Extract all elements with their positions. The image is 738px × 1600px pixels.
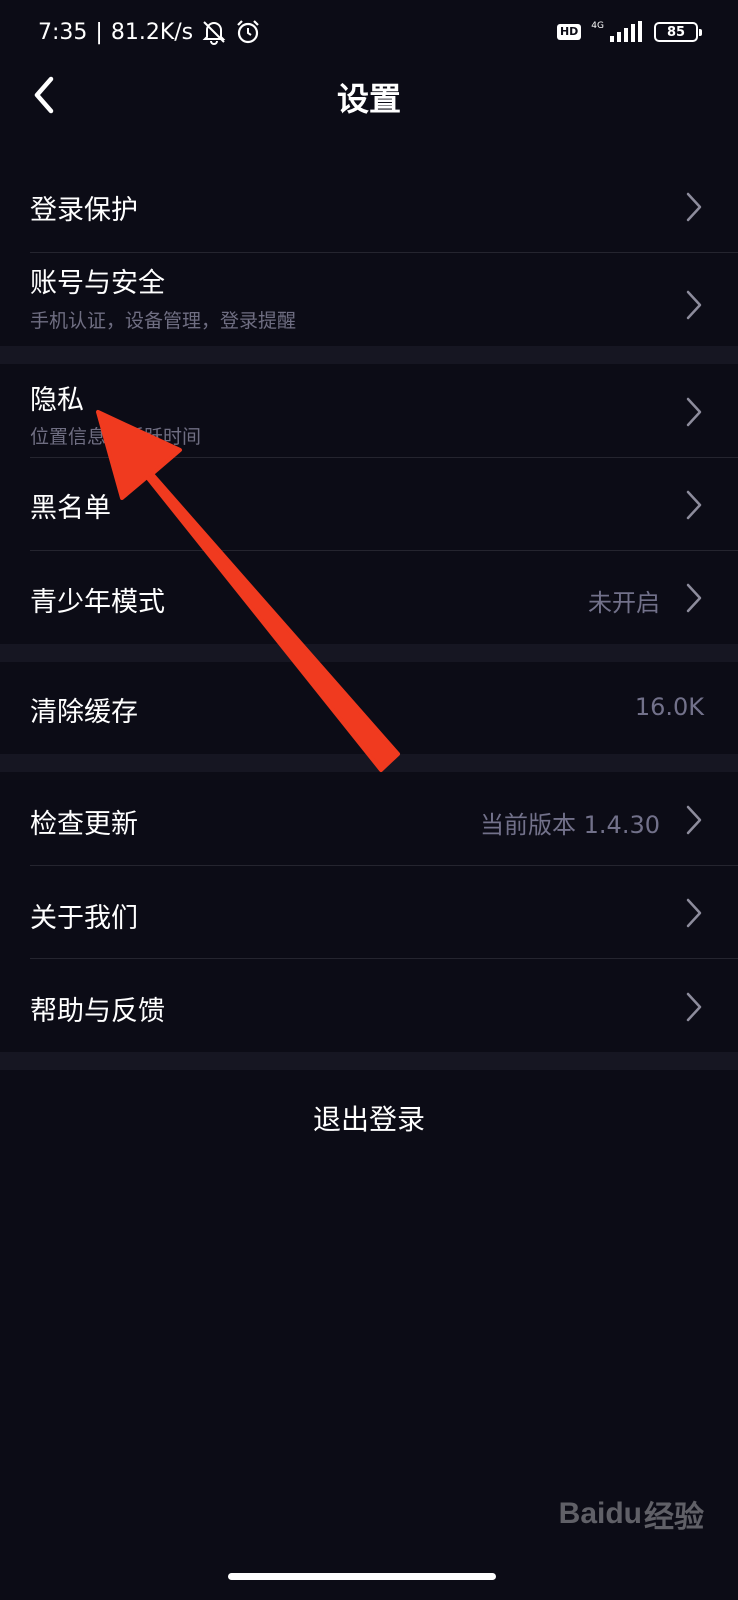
chevron-right-icon: [686, 583, 702, 613]
settings-row-teen-mode[interactable]: 青少年模式 未开启: [0, 551, 738, 644]
settings-row-clear-cache[interactable]: 清除缓存 16.0K: [0, 662, 738, 754]
row-subtitle: 手机认证，设备管理，登录提醒: [30, 310, 297, 332]
settings-row-privacy[interactable]: 隐私 位置信息，活跃时间: [0, 364, 738, 458]
chevron-right-icon: [686, 397, 702, 427]
settings-row-blacklist[interactable]: 黑名单: [0, 458, 738, 551]
chevron-right-icon: [686, 192, 702, 222]
battery-icon: 85: [654, 22, 702, 42]
row-value: 未开启: [588, 589, 660, 617]
baidu-watermark: Baidu 经验: [559, 1492, 704, 1536]
alarm-clock-icon: [237, 20, 259, 44]
hd-badge: HD: [556, 24, 582, 40]
row-label: 账号与安全: [30, 268, 165, 299]
row-value: 当前版本 1.4.30: [480, 811, 660, 839]
section-separator: [0, 754, 738, 772]
section-separator: [0, 644, 738, 662]
settings-row-about-us[interactable]: 关于我们: [0, 866, 738, 959]
row-value: 16.0K: [634, 693, 704, 721]
row-label: 关于我们: [30, 903, 138, 934]
status-left: 7:35 | 81.2K/s: [38, 19, 261, 45]
network-speed: 81.2K/s: [110, 19, 194, 45]
chevron-right-icon: [686, 290, 702, 320]
section-separator: [0, 346, 738, 364]
chevron-right-icon: [686, 805, 702, 835]
status-divider: |: [95, 19, 103, 45]
bell-off-icon: [202, 21, 226, 45]
row-label: 黑名单: [30, 493, 111, 524]
row-label: 清除缓存: [30, 697, 138, 728]
row-label: 隐私: [30, 385, 84, 416]
network-type: 4G: [591, 21, 604, 31]
home-indicator[interactable]: [228, 1573, 496, 1580]
logout-button[interactable]: 退出登录: [0, 1098, 738, 1142]
settings-row-help-feedback[interactable]: 帮助与反馈: [0, 959, 738, 1052]
settings-row-account-security[interactable]: 账号与安全 手机认证，设备管理，登录提醒: [0, 253, 738, 346]
battery-level: 85: [666, 24, 686, 40]
status-bar: 7:35 | 81.2K/s HD 4G 85: [0, 0, 738, 64]
watermark-brand: Baidu: [558, 1497, 642, 1530]
row-label: 检查更新: [30, 809, 138, 840]
row-label: 青少年模式: [30, 587, 165, 618]
signal-bars-icon: [610, 21, 642, 42]
page-title: 设置: [336, 80, 401, 118]
watermark-sub: 经验: [644, 1501, 704, 1534]
row-subtitle: 位置信息，活跃时间: [30, 426, 202, 448]
chevron-right-icon: [686, 992, 702, 1022]
chevron-right-icon: [686, 898, 702, 928]
section-separator: [0, 1052, 738, 1070]
row-label: 帮助与反馈: [30, 996, 165, 1027]
nav-bar: 设置: [0, 64, 738, 128]
chevron-right-icon: [686, 490, 702, 520]
settings-row-check-update[interactable]: 检查更新 当前版本 1.4.30: [0, 772, 738, 866]
row-label: 登录保护: [30, 195, 138, 226]
status-right: HD 4G 85: [556, 21, 702, 43]
status-time: 7:35: [38, 19, 88, 45]
settings-row-login-protection[interactable]: 登录保护: [0, 160, 738, 253]
